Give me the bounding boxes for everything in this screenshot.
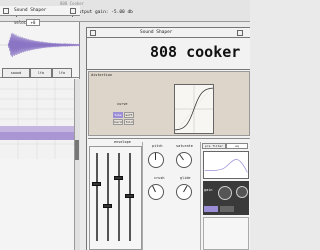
left-scrollbar[interactable] bbox=[74, 79, 80, 250]
close-icon[interactable] bbox=[90, 30, 96, 36]
fader-handle[interactable] bbox=[125, 194, 134, 198]
filter-knob[interactable] bbox=[236, 186, 248, 198]
fader-handle[interactable] bbox=[103, 204, 112, 208]
filter-bottom-panel bbox=[203, 217, 249, 250]
tab-eq[interactable]: eq bbox=[226, 143, 248, 149]
scrollbar-thumb[interactable] bbox=[75, 140, 79, 160]
pitch-knob[interactable] bbox=[148, 152, 164, 168]
fader-handle[interactable] bbox=[114, 176, 123, 180]
waveform-display bbox=[0, 32, 80, 58]
curve-option-fold[interactable]: fold bbox=[124, 119, 134, 125]
envelope-fader-track[interactable] bbox=[107, 153, 109, 241]
note-lane-dark[interactable] bbox=[0, 132, 74, 140]
curve-option-tube[interactable]: tube bbox=[113, 112, 123, 118]
glide-label: glide bbox=[180, 176, 191, 180]
envelope-label: envelope bbox=[114, 140, 131, 144]
curve-option-soft[interactable]: soft bbox=[124, 112, 134, 118]
preset-name: 808 cooker bbox=[150, 43, 241, 61]
envelope-fader-track[interactable] bbox=[96, 153, 98, 241]
velocity-input[interactable]: +0 bbox=[26, 19, 40, 26]
filter-toggle-off[interactable] bbox=[220, 206, 234, 212]
tab-pre-filter[interactable]: pre filter bbox=[202, 143, 226, 149]
zoom-icon[interactable] bbox=[70, 8, 76, 14]
curve-option-hard[interactable]: hard bbox=[113, 119, 123, 125]
crush-knob[interactable] bbox=[148, 184, 164, 200]
knob-indicator bbox=[155, 153, 156, 160]
gain-knob[interactable] bbox=[218, 186, 232, 200]
tab-sound[interactable]: sound bbox=[2, 68, 30, 78]
fader-handle[interactable] bbox=[92, 182, 101, 186]
crush-label: crush bbox=[154, 176, 165, 180]
zoom-icon[interactable] bbox=[237, 30, 243, 36]
filter-response-display[interactable] bbox=[203, 151, 249, 179]
distortion-panel bbox=[88, 71, 250, 136]
sequence-grid[interactable] bbox=[0, 79, 80, 159]
saturate-label: saturate bbox=[176, 144, 193, 148]
filter-toggle-on[interactable] bbox=[204, 206, 218, 212]
left-window-title: Sound Shaper bbox=[14, 8, 47, 13]
divider bbox=[87, 69, 250, 70]
gain-label: gain bbox=[204, 188, 213, 192]
distortion-label: distortion bbox=[91, 73, 113, 77]
close-icon[interactable] bbox=[3, 8, 9, 14]
tab-lfo-2[interactable]: lfo bbox=[52, 68, 72, 78]
tab-lfo-1[interactable]: lfo bbox=[30, 68, 52, 78]
waveform-line bbox=[7, 32, 80, 58]
transfer-curve-display[interactable] bbox=[174, 84, 214, 134]
output-gain-readout[interactable]: output gain: -5.00 db bbox=[76, 7, 133, 18]
right-window-title: Sound Shaper bbox=[140, 30, 173, 35]
envelope-fader-track[interactable] bbox=[118, 153, 120, 241]
pitch-label: pitch bbox=[152, 144, 163, 148]
curve-label: curve bbox=[117, 102, 128, 106]
